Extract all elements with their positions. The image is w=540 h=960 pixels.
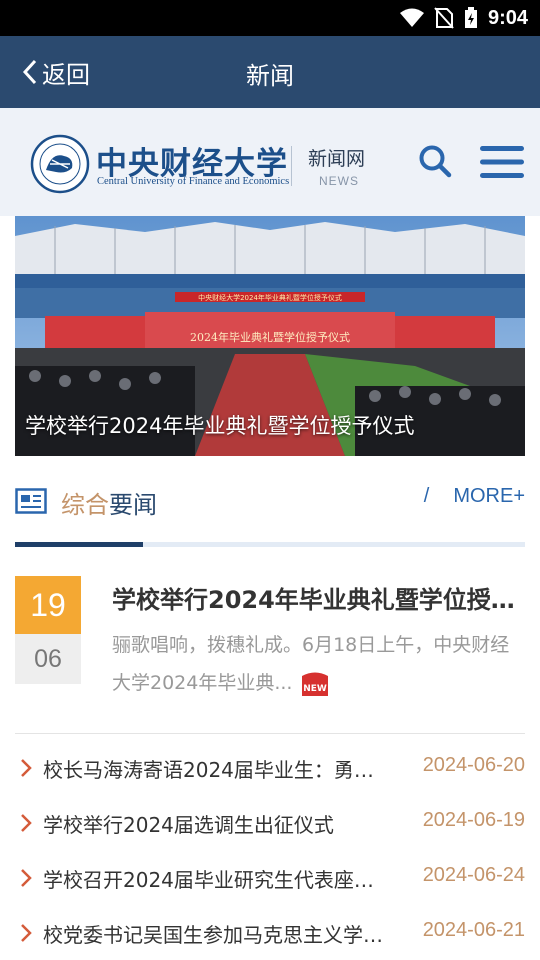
more-separator: / (423, 485, 430, 507)
status-time: 9:04 (487, 6, 528, 29)
new-badge-icon: NEW (302, 672, 329, 696)
app-bar: 返回 新闻 (0, 36, 540, 108)
news-list-item[interactable]: 校党委书记吴国生参加马克思主义学院活动 2024-06-21 (15, 905, 525, 960)
section-underline (15, 542, 525, 547)
news-item-title: 学校召开2024届毕业研究生代表座谈会 (43, 868, 383, 892)
search-icon[interactable] (418, 144, 452, 178)
news-item-title: 校长马海涛寄语2024届毕业生：勇担使命 (43, 758, 383, 782)
section-title-part2: 要闻 (109, 491, 157, 519)
battery-charging-icon (464, 7, 477, 28)
site-header: 中央财经大学 Central University of Finance and… (0, 108, 540, 216)
section-title-part1: 综合 (61, 491, 109, 519)
news-section-icon (15, 488, 47, 514)
news-site-sublabel: NEWS (319, 174, 359, 188)
news-item-date: 2024-06-21 (422, 919, 525, 941)
menu-icon[interactable] (480, 144, 524, 180)
chevron-right-icon (21, 924, 32, 942)
news-item-title: 学校举行2024届选调生出征仪式 (43, 813, 334, 837)
featured-article[interactable]: 19 06 学校举行2024年毕业典礼暨学位授予仪式 骊歌唱响，拨穗礼成。6月1… (15, 576, 525, 706)
news-list-item[interactable]: 学校举行2024届选调生出征仪式 2024-06-19 (15, 795, 525, 850)
hero-banner[interactable]: 中央财经大学2024年毕业典礼暨学位授予仪式 2024年毕业典礼暨学位授予仪式 … (15, 216, 525, 456)
hero-banner-main-text: 2024年毕业典礼暨学位授予仪式 (190, 330, 350, 344)
svg-text:NEW: NEW (304, 684, 328, 694)
hero-caption: 学校举行2024年毕业典礼暨学位授予仪式 (25, 414, 415, 438)
status-bar: 9:04 (0, 0, 540, 36)
header-divider (291, 146, 292, 186)
hero-banner-top-text: 中央财经大学2024年毕业典礼暨学位授予仪式 (198, 293, 342, 302)
news-item-date: 2024-06-20 (422, 754, 525, 776)
news-item-title: 校党委书记吴国生参加马克思主义学院活动 (43, 923, 383, 947)
status-icons: 9:04 (399, 6, 528, 30)
section-underline-active (15, 542, 143, 547)
chevron-right-icon (21, 759, 32, 777)
chevron-right-icon (21, 814, 32, 832)
news-site-label: 新闻网 (308, 148, 366, 170)
featured-title: 学校举行2024年毕业典礼暨学位授予仪式 (112, 586, 525, 614)
news-list: 校长马海涛寄语2024届毕业生：勇担使命 2024-06-20 学校举行2024… (15, 740, 525, 960)
news-item-date: 2024-06-19 (422, 809, 525, 831)
more-label: MORE+ (453, 485, 525, 507)
news-list-item[interactable]: 学校召开2024届毕业研究生代表座谈会 2024-06-24 (15, 850, 525, 905)
no-sim-icon (434, 7, 454, 29)
featured-day: 19 (15, 576, 81, 634)
wifi-icon (399, 8, 424, 27)
university-seal-logo (30, 134, 90, 194)
more-link[interactable]: / MORE+ (424, 485, 525, 508)
news-list-item[interactable]: 校长马海涛寄语2024届毕业生：勇担使命 2024-06-20 (15, 740, 525, 795)
featured-month: 06 (15, 634, 81, 684)
featured-date: 19 06 (15, 576, 81, 684)
chevron-right-icon (21, 869, 32, 887)
section-header: 综合要闻 / MORE+ (15, 480, 525, 524)
logo-text-en: Central University of Finance and Econom… (97, 176, 290, 187)
news-item-date: 2024-06-24 (422, 864, 525, 886)
featured-summary: 骊歌唱响，拨穗礼成。6月18日上午，中央财经大学2024年毕业典... NEW (112, 626, 525, 702)
section-title: 综合要闻 (61, 485, 157, 520)
page-title: 新闻 (246, 62, 294, 90)
list-divider (15, 733, 525, 734)
